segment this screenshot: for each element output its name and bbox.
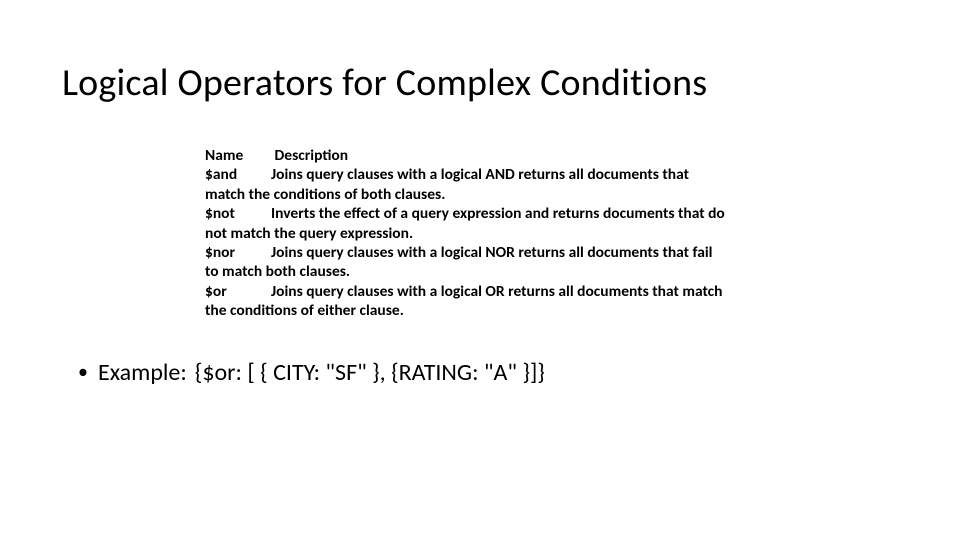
table-row: $notInverts the effect of a query expres… (205, 204, 725, 243)
op-desc: Joins query clauses with a logical NOR r… (205, 243, 712, 281)
op-desc: Inverts the effect of a query expression… (205, 204, 725, 242)
example-label: Example: (98, 358, 187, 387)
op-name: $nor (205, 243, 271, 262)
example-code: {$or: [ { CITY: "SF" }, {RATING: "A" }]} (195, 358, 545, 387)
op-desc: Joins query clauses with a logical AND r… (205, 165, 689, 203)
op-name: $or (205, 282, 271, 301)
op-name: $and (205, 165, 271, 184)
slide: Logical Operators for Complex Conditions… (0, 0, 960, 540)
header-desc: Description (275, 146, 349, 165)
header-name: Name (205, 146, 271, 165)
op-desc: Joins query clauses with a logical OR re… (205, 282, 722, 320)
table-row: $orJoins query clauses with a logical OR… (205, 282, 725, 321)
bullet-icon: • (78, 360, 88, 384)
table-row: $andJoins query clauses with a logical A… (205, 165, 725, 204)
example-line: • Example: {$or: [ { CITY: "SF" }, {RATI… (78, 358, 545, 387)
table-header-row: Name Description (205, 146, 725, 165)
page-title: Logical Operators for Complex Conditions (62, 60, 707, 106)
table-row: $norJoins query clauses with a logical N… (205, 243, 725, 282)
operators-block: Name Description $andJoins query clauses… (205, 146, 725, 320)
op-name: $not (205, 204, 271, 223)
